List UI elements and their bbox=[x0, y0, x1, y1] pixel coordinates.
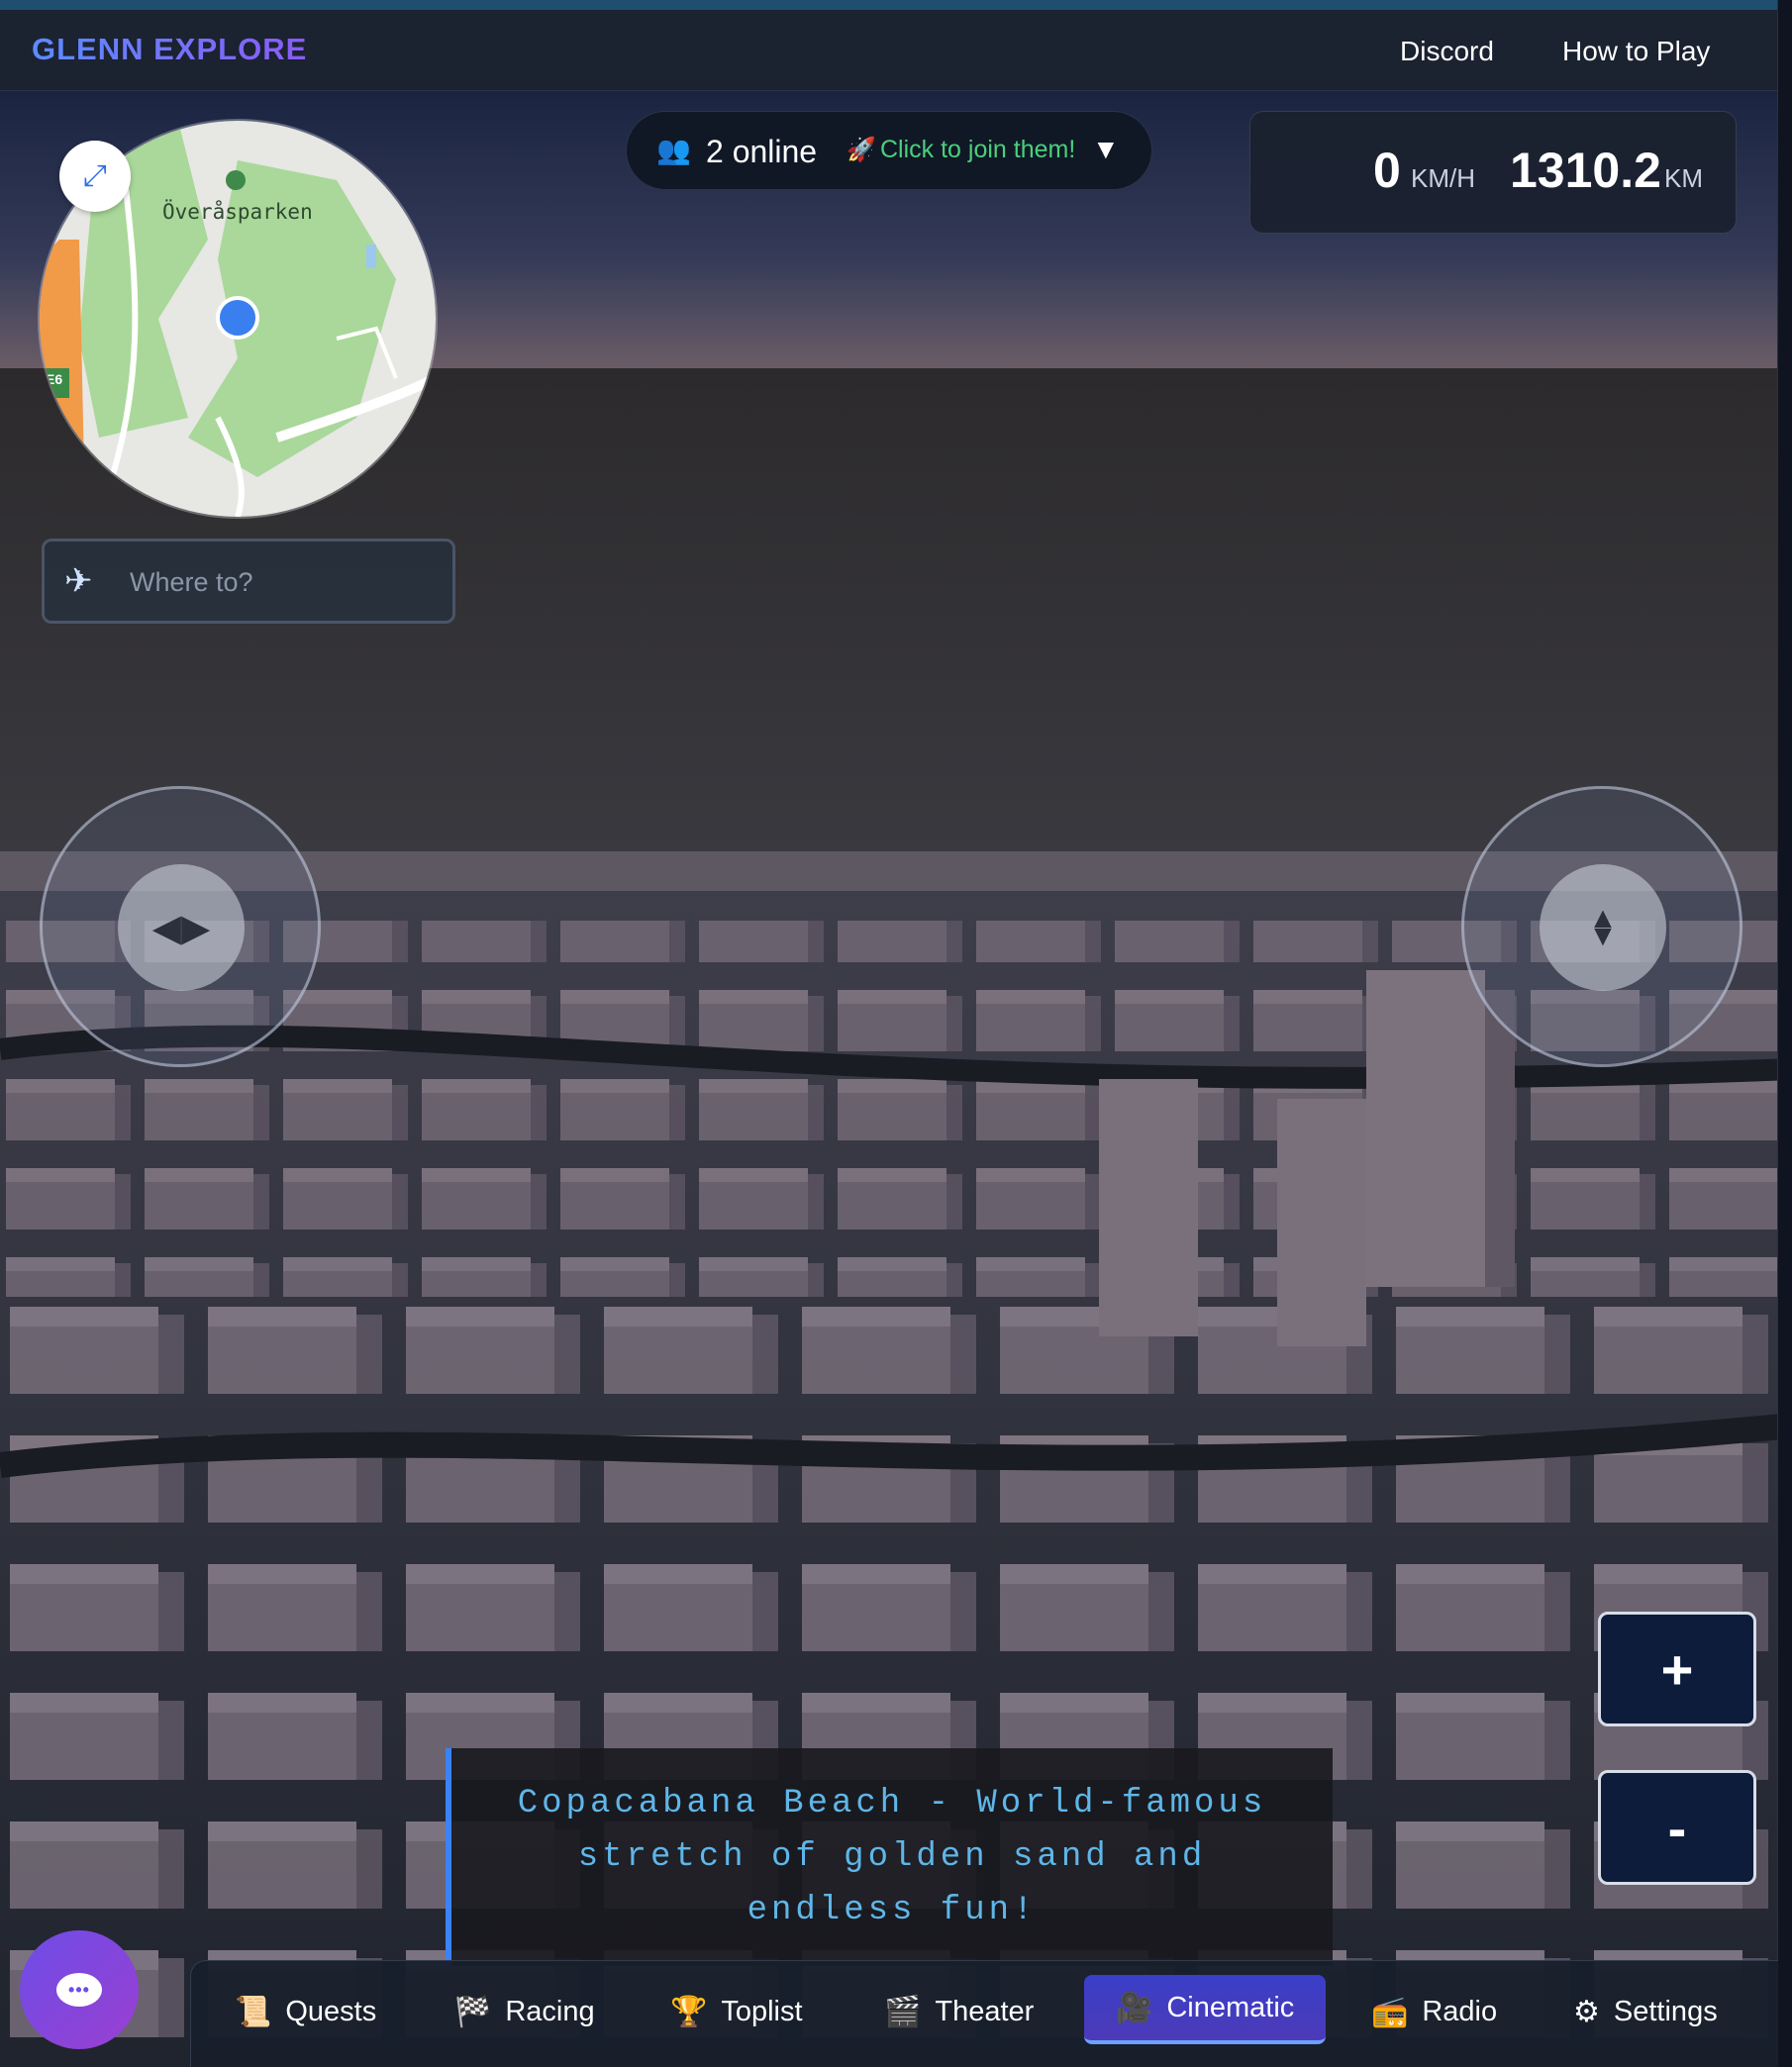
tab-toplist[interactable]: 🏆 Toplist bbox=[670, 1983, 803, 2040]
where-to-input[interactable] bbox=[128, 555, 429, 609]
expand-map-button[interactable]: ⤢ bbox=[59, 141, 131, 212]
zoom-out-button[interactable]: - bbox=[1598, 1770, 1756, 1885]
rocket-icon: 🚀 bbox=[846, 137, 876, 163]
online-count: 2 online bbox=[706, 134, 818, 169]
radio-icon: 📻 bbox=[1371, 1995, 1409, 2028]
distance-value: 1310.2 bbox=[1510, 143, 1661, 198]
online-players-pill[interactable]: 👥 2 online 🚀 Click to join them! ▼ bbox=[626, 111, 1152, 190]
chat-button[interactable]: ••• bbox=[20, 1930, 139, 2049]
chevron-down-icon[interactable]: ▼ bbox=[1092, 134, 1120, 165]
steering-joystick[interactable]: ◀▶ bbox=[40, 786, 321, 1067]
brand-logo[interactable]: GLENN EXPLORE bbox=[32, 32, 307, 67]
zoom-in-button[interactable]: + bbox=[1598, 1612, 1756, 1726]
plane-icon: ✈ bbox=[64, 562, 93, 600]
how-to-play-link[interactable]: How to Play bbox=[1562, 36, 1710, 67]
throttle-joystick-knob[interactable]: ▲ ▼ bbox=[1540, 864, 1666, 991]
steering-joystick-knob[interactable]: ◀▶ bbox=[118, 864, 245, 991]
location-caption: Copacabana Beach - World-famous stretch … bbox=[446, 1748, 1333, 1966]
destination-search[interactable]: ✈ bbox=[42, 539, 455, 624]
clapperboard-icon: 🎬 bbox=[884, 1995, 922, 2028]
location-caption-text: Copacabana Beach - World-famous stretch … bbox=[517, 1785, 1267, 1929]
speed-distance-panel: 0 KM/H 1310.2 KM bbox=[1249, 111, 1737, 234]
tab-label: Racing bbox=[505, 1995, 595, 2027]
distance-unit: KM bbox=[1664, 163, 1703, 193]
trophy-icon: 🏆 bbox=[670, 1995, 708, 2028]
tab-label: Radio bbox=[1422, 1995, 1498, 2027]
road-badge: E6 bbox=[42, 370, 67, 388]
top-navigation-bar: GLENN EXPLORE Discord How to Play bbox=[0, 0, 1778, 91]
tab-cinematic[interactable]: 🎥 Cinematic bbox=[1084, 1975, 1327, 2044]
movie-camera-icon: 🎥 bbox=[1116, 1991, 1153, 2024]
people-icon: 👥 bbox=[656, 135, 691, 165]
discord-link[interactable]: Discord bbox=[1400, 36, 1494, 67]
tab-label: Quests bbox=[285, 1995, 377, 2027]
tab-racing[interactable]: 🏁 Racing bbox=[454, 1983, 595, 2040]
expand-arrows-icon: ⤢ bbox=[83, 159, 107, 192]
tab-label: Toplist bbox=[721, 1995, 803, 2027]
left-right-arrows-icon: ◀▶ bbox=[151, 907, 211, 949]
throttle-joystick[interactable]: ▲ ▼ bbox=[1461, 786, 1742, 1067]
tab-settings[interactable]: ⚙ Settings bbox=[1573, 1983, 1718, 2040]
chat-bubble-icon: ••• bbox=[56, 1973, 102, 2007]
tab-radio[interactable]: 📻 Radio bbox=[1371, 1983, 1497, 2040]
gear-icon: ⚙ bbox=[1573, 1995, 1600, 2028]
tab-label: Settings bbox=[1613, 1995, 1718, 2027]
checkered-flag-icon: 🏁 bbox=[454, 1995, 492, 2028]
bottom-tab-bar: 📜 Quests 🏁 Racing 🏆 Toplist 🎬 Theater 🎥 … bbox=[190, 1960, 1778, 2067]
tab-label: Cinematic bbox=[1166, 1991, 1295, 2023]
tab-theater[interactable]: 🎬 Theater bbox=[884, 1983, 1034, 2040]
minimap-place-label: Överåsparken bbox=[162, 200, 313, 224]
scroll-icon: 📜 bbox=[235, 1995, 272, 2028]
speed-value: 0 bbox=[1373, 143, 1401, 198]
up-down-arrows-icon: ▲ ▼ bbox=[1588, 902, 1618, 952]
tab-quests[interactable]: 📜 Quests bbox=[235, 1983, 376, 2040]
join-players-link[interactable]: Click to join them! bbox=[880, 136, 1075, 164]
tab-label: Theater bbox=[935, 1995, 1035, 2027]
page-scrollbar[interactable] bbox=[1777, 0, 1792, 2067]
speed-unit: KM/H bbox=[1411, 163, 1475, 193]
